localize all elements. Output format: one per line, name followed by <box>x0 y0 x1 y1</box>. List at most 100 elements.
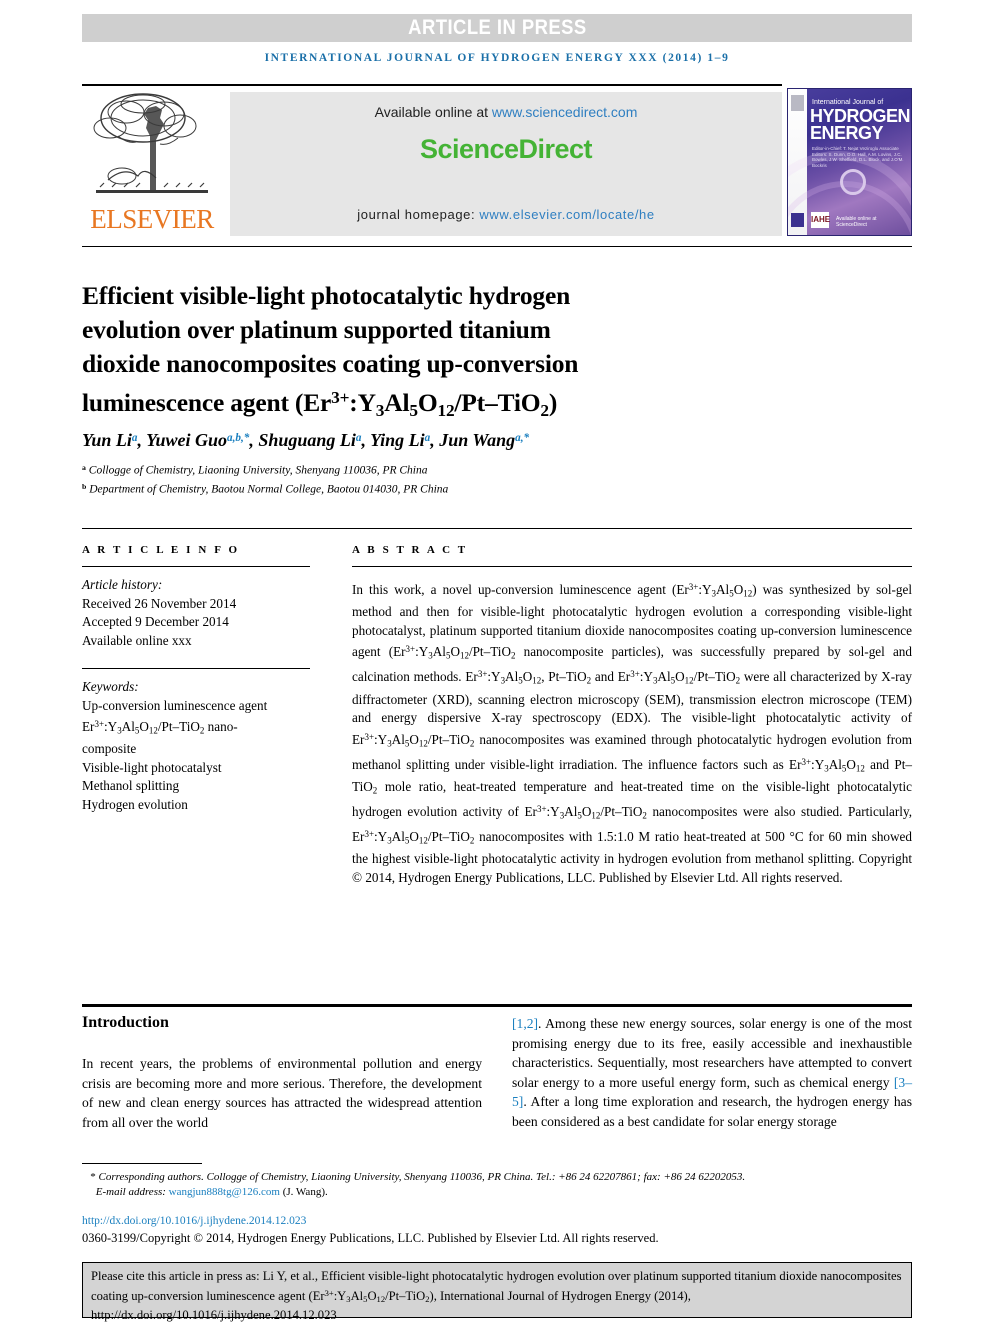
title-formula-sub4: 2 <box>540 400 549 420</box>
corresponding-author-note: * Corresponding authors. Collogge of Che… <box>82 1171 746 1183</box>
elsevier-wordmark: ELSEVIER <box>90 204 214 234</box>
title-line-4: luminescence agent (Er3+:Y3Al5O12/Pt–TiO… <box>82 387 558 420</box>
elsevier-logo: ELSEVIER <box>82 88 222 240</box>
keywords-block: Keywords: Up-conversion luminescence age… <box>82 678 312 814</box>
title-formula-sub1: 3 <box>375 400 385 420</box>
author-name[interactable]: Jun Wang <box>439 430 515 450</box>
article-info-heading: A R T I C L E I N F O <box>82 544 240 556</box>
cite-o: O <box>367 1288 377 1303</box>
article-history-received: Received 26 November 2014 <box>82 595 237 611</box>
email-link[interactable]: wangjun888tg@126.com <box>169 1186 280 1198</box>
author-affil-mark: a,b,* <box>227 431 250 444</box>
masthead-bottom-rule <box>82 246 912 247</box>
cover-subtitle: International Journal of <box>812 99 884 106</box>
journal-cover-image: International Journal of HYDROGEN ENERGY… <box>787 88 912 236</box>
page-title: Efficient visible-light photocatalytic h… <box>82 279 742 428</box>
article-in-press-label: ARTICLE IN PRESS <box>407 16 587 39</box>
intro-right-text-a: . Among these new energy sources, solar … <box>512 1016 912 1090</box>
cite-this-article-box: Please cite this article in press as: Li… <box>82 1262 912 1322</box>
sciencedirect-link[interactable]: www.sciencedirect.com <box>492 104 638 120</box>
footnote-block: * Corresponding authors. Collogge of Che… <box>82 1170 912 1199</box>
cover-ring-graphic <box>840 169 866 195</box>
citation-ref[interactable]: [1,2] <box>512 1016 538 1031</box>
affiliation-text: Collogge of Chemistry, Liaoning Universi… <box>88 464 428 477</box>
cite-this-article-text: Please cite this article in press as: Li… <box>91 1268 903 1324</box>
introduction-top-rule <box>82 1004 912 1007</box>
article-history-label: Article history: <box>82 577 163 592</box>
title-formula-sub2: 5 <box>409 400 418 420</box>
abstract-heading: A B S T R A C T <box>352 544 468 556</box>
sciencedirect-logo: ScienceDirect <box>419 134 593 164</box>
author-name[interactable]: Shuguang Li <box>258 430 356 450</box>
affiliation-mark: b <box>82 481 87 491</box>
doi-line[interactable]: http://dx.doi.org/10.1016/j.ijhydene.201… <box>82 1215 912 1227</box>
available-online-label: Available online at <box>374 104 492 120</box>
article-info-rule <box>82 566 310 567</box>
cover-spine-elsevier-mark <box>791 95 804 111</box>
cite-sub3: 12 <box>376 1293 386 1304</box>
introduction-heading: Introduction <box>82 1014 169 1031</box>
title-formula-al: Al <box>384 387 410 417</box>
issn-copyright-line: 0360-3199/Copyright © 2014, Hydrogen Ene… <box>82 1231 659 1245</box>
article-history-available: Available online xxx <box>82 632 192 648</box>
affiliation-item: b Department of Chemistry, Baotou Normal… <box>82 479 782 498</box>
intro-right-text-b: . After a long time exploration and rese… <box>512 1094 912 1129</box>
title-formula-sub3: 12 <box>437 400 455 420</box>
body-column-right: [1,2]. Among these new energy sources, s… <box>512 1014 912 1131</box>
journal-homepage-label: journal homepage: <box>357 207 480 222</box>
author-affil-mark: a <box>355 431 362 444</box>
title-formula-close: ) <box>548 387 558 417</box>
masthead: ELSEVIER Available online at www.science… <box>82 88 912 240</box>
keyword-item: Er3+:Y3Al5O12/Pt–TiO2 nano-composite <box>82 719 238 757</box>
abstract-text: In this work, a novel up-conversion lumi… <box>352 582 912 885</box>
keyword-item: Visible-light photocatalyst <box>82 759 222 775</box>
email-note: E-mail address: wangjun888tg@126.com (J.… <box>82 1185 912 1200</box>
cover-title-line2: ENERGY <box>810 123 884 143</box>
introduction-paragraph-left: In recent years, the problems of environ… <box>82 1056 482 1130</box>
doi-text[interactable]: http://dx.doi.org/10.1016/j.ijhydene.201… <box>82 1215 306 1227</box>
elsevier-tree-icon <box>93 93 208 193</box>
introduction-paragraph-right: [1,2]. Among these new energy sources, s… <box>512 1014 912 1131</box>
affiliations: a Collogge of Chemistry, Liaoning Univer… <box>82 460 782 497</box>
top-rule <box>82 84 782 86</box>
available-online-line: Available online at www.sciencedirect.co… <box>230 104 782 120</box>
cite-al: Al <box>350 1288 364 1303</box>
article-history-accepted: Accepted 9 December 2014 <box>82 614 229 629</box>
title-line-3: dioxide nanocomposites coating up-conver… <box>82 349 579 379</box>
keywords-label: Keywords: <box>82 679 139 694</box>
email-suffix: (J. Wang). <box>279 1185 328 1198</box>
cover-iahe-badge: IAHE <box>811 212 830 228</box>
affiliation-text: Department of Chemistry, Baotou Normal C… <box>89 483 449 496</box>
title-formula-pre: luminescence agent (Er <box>82 387 332 417</box>
affiliation-item: a Collogge of Chemistry, Liaoning Univer… <box>82 460 782 479</box>
title-line-2: evolution over platinum supported titani… <box>82 315 551 345</box>
title-line-1: Efficient visible-light photocatalytic h… <box>82 281 571 311</box>
article-history-block: Article history: Received 26 November 20… <box>82 576 312 650</box>
author-affil-mark: a,* <box>515 431 530 444</box>
author-name[interactable]: Ying Li <box>370 430 425 450</box>
info-section-top-rule <box>82 528 912 529</box>
keyword-item: Methanol splitting <box>82 778 180 794</box>
article-first-page: ARTICLE IN PRESS INTERNATIONAL JOURNAL O… <box>0 0 992 1323</box>
title-formula-sup: 3+ <box>331 388 350 408</box>
keyword-item: Hydrogen evolution <box>82 796 188 812</box>
footnote-rule <box>82 1163 202 1164</box>
abstract-copyright: Copyright © 2014, Hydrogen Energy Public… <box>352 851 912 885</box>
keywords-rule <box>82 668 310 669</box>
article-in-press-banner: ARTICLE IN PRESS <box>82 14 912 42</box>
body-column-left: Introduction In recent years, the proble… <box>82 1014 482 1132</box>
author-affil-mark: a <box>131 431 138 444</box>
author-affil-mark: a <box>424 431 431 444</box>
abstract-column: A B S T R A C T In this work, a novel up… <box>352 544 912 888</box>
journal-homepage-link[interactable]: www.elsevier.com/locate/he <box>479 207 654 222</box>
author-name[interactable]: Yun Li <box>82 430 132 450</box>
cite-mid: :Y <box>333 1288 347 1303</box>
title-formula-o: O <box>417 387 438 417</box>
title-formula-post: /Pt–TiO <box>454 387 541 417</box>
title-formula-mid: :Y <box>349 387 376 417</box>
cite-sup: 3+ <box>324 1287 334 1298</box>
email-label: E-mail address: <box>95 1185 169 1198</box>
author-name[interactable]: Yuwei Guo <box>146 430 227 450</box>
keyword-item: Up-conversion luminescence agent <box>82 697 268 713</box>
journal-running-head: INTERNATIONAL JOURNAL OF HYDROGEN ENERGY… <box>264 52 730 64</box>
